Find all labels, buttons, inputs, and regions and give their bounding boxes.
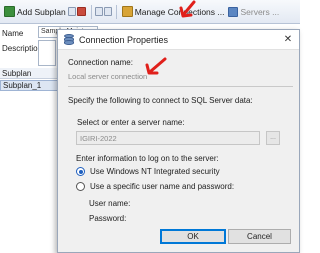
toolbar-separator — [115, 4, 117, 19]
subplan-schedule-icon[interactable] — [94, 7, 103, 16]
intro-text: Specify the following to connect to SQL … — [68, 96, 253, 105]
windows-auth-label: Use Windows NT Integrated security — [90, 167, 220, 176]
radio-unchecked-indicator — [76, 182, 85, 191]
manage-connections-button[interactable]: Manage Connections ... — [120, 3, 227, 21]
dialog-titlebar: Connection Properties ✕ — [58, 30, 299, 50]
designer-toolbar: Add Subplan Manage Connections ... Serve… — [0, 0, 300, 24]
connection-name-label: Connection name: — [68, 58, 133, 67]
manage-connections-icon — [121, 6, 133, 17]
password-input[interactable] — [140, 211, 252, 224]
connection-name-value: Local server connection — [68, 72, 148, 81]
subplan-grid-header: Subplan — [0, 68, 58, 79]
logon-label: Enter information to log on to the serve… — [76, 154, 219, 163]
username-input[interactable] — [140, 196, 252, 209]
server-name-label: Select or enter a server name: — [77, 118, 185, 127]
password-label: Password: — [89, 214, 127, 223]
server-name-input[interactable]: IGIRI-2022 — [76, 131, 260, 145]
annotation-arrow-toolbar — [179, 0, 196, 18]
windows-auth-radio[interactable]: Use Windows NT Integrated security — [76, 167, 220, 176]
description-label: Description — [2, 44, 43, 53]
dialog-title: Connection Properties — [79, 34, 169, 45]
annotation-arrow-connection-name — [145, 57, 167, 75]
name-label: Name — [2, 29, 24, 38]
subplan-grid-row[interactable]: Subplan_1 — [0, 80, 58, 91]
toolbar-separator — [90, 4, 92, 19]
plan-description-field[interactable] — [38, 40, 56, 66]
divider — [68, 86, 293, 87]
delete-subplan-icon[interactable] — [76, 7, 86, 16]
add-subplan-button[interactable]: Add Subplan — [2, 3, 68, 21]
servers-label: Servers ... — [240, 6, 280, 17]
close-icon: ✕ — [283, 34, 293, 45]
browse-servers-button[interactable]: ... — [266, 131, 280, 145]
sql-auth-label: Use a specific user name and password: — [90, 182, 235, 191]
designer-surface — [0, 91, 58, 253]
add-subplan-icon — [4, 6, 15, 17]
username-label: User name: — [89, 199, 131, 208]
delete-schedule-icon[interactable] — [103, 7, 112, 16]
add-subplan-label: Add Subplan — [17, 6, 66, 17]
cancel-button[interactable]: Cancel — [228, 229, 291, 244]
subplan-properties-icon[interactable] — [67, 7, 76, 16]
close-button[interactable]: ✕ — [277, 30, 299, 50]
sql-auth-radio[interactable]: Use a specific user name and password: — [76, 182, 234, 191]
ok-button[interactable]: OK — [160, 229, 226, 244]
servers-button[interactable]: Servers ... — [226, 3, 281, 21]
database-icon — [64, 34, 74, 45]
radio-checked-indicator — [76, 167, 85, 176]
servers-icon — [228, 6, 239, 17]
